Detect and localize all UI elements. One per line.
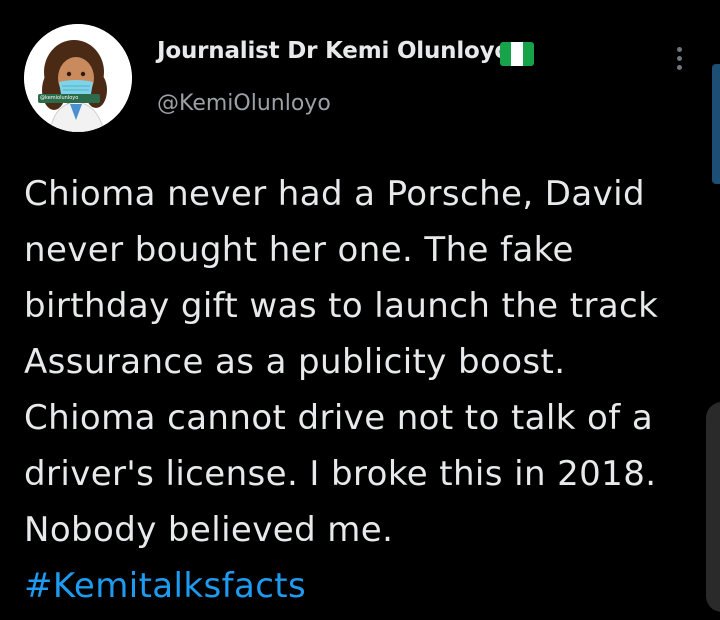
more-vertical-icon	[676, 46, 682, 52]
tweet-text: Chioma never had a Porsche, David never …	[24, 166, 714, 614]
author-avatar[interactable]: @kemiolunloyo	[24, 24, 132, 132]
avatar-caption: @kemiolunloyo	[40, 95, 79, 101]
author-handle[interactable]: @KemiOlunloyo	[157, 91, 331, 116]
tweet-text-line: Chioma cannot drive not to talk of a	[24, 398, 654, 438]
tweet-text-line: Assurance as a publicity boost.	[24, 342, 566, 382]
more-vertical-icon-dot	[676, 55, 682, 61]
hashtag-link[interactable]: #Kemitalksfacts	[24, 558, 714, 614]
tweet-text-line: driver's license. I broke this in 2018.	[24, 454, 657, 494]
author-name[interactable]: Journalist Dr Kemi Olunloyo	[157, 38, 510, 64]
tweet-text-line: birthday gift was to launch the track	[24, 286, 659, 326]
nigeria-flag-icon	[500, 42, 534, 66]
tweet-card: @kemiolunloyo Journalist Dr Kemi Olunloy…	[0, 0, 720, 620]
tweet-text-line: Nobody believed me.	[24, 510, 394, 550]
avatar-illustration-icon	[24, 24, 132, 132]
more-options-button[interactable]	[664, 40, 694, 76]
more-vertical-icon-dot	[676, 64, 682, 70]
tweet-text-line: Chioma never had a Porsche, David	[24, 174, 645, 214]
tweet-text-line: never bought her one. The fake	[24, 230, 574, 270]
